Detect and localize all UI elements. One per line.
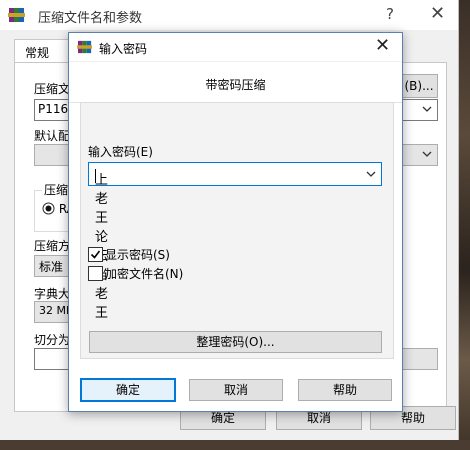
archive-options-titlebar: 压缩文件名和参数 ? ✕: [0, 0, 458, 30]
default-config-label: 默认配: [34, 129, 71, 143]
archive-name-dropdown[interactable]: [400, 99, 438, 121]
manage-passwords-button[interactable]: 整理密码(O)...: [89, 331, 382, 353]
dialog-title: 输入密码: [99, 42, 148, 56]
browse-button[interactable]: (B)...: [400, 74, 438, 98]
archive-format-label: 压缩: [42, 181, 71, 198]
show-password-label[interactable]: 显示密码(S): [105, 246, 170, 263]
compression-method-value: 标准: [39, 260, 64, 274]
encrypt-filenames-label[interactable]: 加密文件名(N): [105, 265, 183, 282]
split-volumes-label: 切分为: [34, 333, 71, 347]
chevron-down-icon: [422, 151, 432, 157]
tab-general[interactable]: 常规: [14, 39, 76, 64]
password-label: 输入密码(E): [88, 145, 153, 159]
winrar-books-icon: [77, 40, 93, 57]
dialog-heading: 带密码压缩: [205, 78, 266, 92]
close-icon[interactable]: ✕: [375, 35, 390, 56]
update-mode-combo[interactable]: [400, 144, 438, 166]
chevron-down-icon[interactable]: [365, 168, 377, 180]
password-dialog: 输入密码 ✕ 带密码压缩 输入密码(E) 上老王论坛当老王 显示密码(S) 加密…: [68, 32, 403, 412]
dictionary-size-label: 字典大: [34, 287, 71, 301]
archive-name-label: 压缩文: [34, 82, 71, 96]
text-caret: [95, 169, 96, 183]
radio-selected-icon: [42, 202, 55, 215]
tab-general-label: 常规: [25, 46, 50, 60]
ok-button[interactable]: 确定: [80, 378, 176, 402]
winrar-books-icon: [8, 7, 26, 26]
chevron-down-icon: [422, 106, 432, 112]
password-dialog-titlebar: 输入密码 ✕: [69, 33, 402, 61]
password-value: 上老王论坛当老王: [95, 173, 109, 321]
split-unit-combo[interactable]: [400, 348, 438, 370]
cancel-button[interactable]: 取消: [189, 379, 283, 401]
show-password-checkbox[interactable]: [88, 247, 103, 262]
password-group: [80, 102, 394, 359]
help-button[interactable]: 帮助: [298, 379, 392, 401]
close-icon[interactable]: ✕: [430, 3, 445, 24]
background-photo-bottom: [0, 440, 470, 450]
help-icon[interactable]: ?: [386, 5, 394, 23]
password-input[interactable]: 上老王论坛当老王: [88, 162, 382, 321]
encrypt-filenames-checkbox[interactable]: [88, 266, 103, 281]
checkmark-icon: [90, 250, 101, 259]
compression-method-label: 压缩方: [34, 239, 71, 253]
window-title: 压缩文件名和参数: [38, 11, 143, 26]
background-photo: [458, 0, 470, 450]
